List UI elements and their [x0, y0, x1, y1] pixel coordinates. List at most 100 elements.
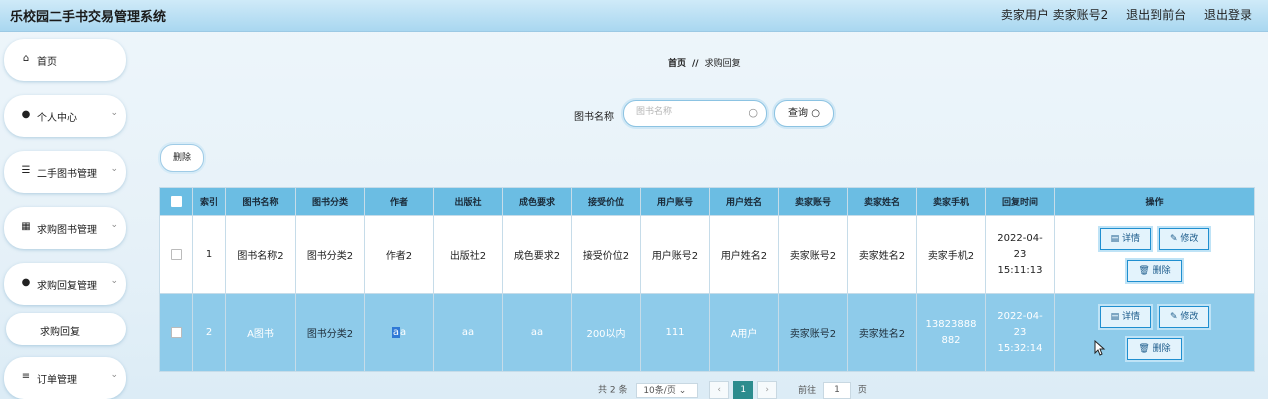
home-icon: ⌂ [22, 53, 30, 64]
goto-page-input[interactable]: 1 [822, 381, 851, 399]
chevron-down-icon: ⌄ [110, 276, 118, 286]
app-title: 乐校园二手书交易管理系统 [10, 10, 167, 25]
sidebar-item-label: 二手图书管理 [37, 169, 97, 180]
cell-category: 图书分类2 [295, 215, 365, 294]
cell-seller-account: 卖家账号2 [778, 215, 848, 294]
detail-button-label: 详情 [1121, 233, 1140, 244]
query-button-label: 查询 [788, 108, 809, 119]
sidebar-item-label: 求购图书管理 [37, 225, 97, 236]
current-user: 卖家用户 卖家账号2 [1000, 8, 1109, 22]
document-icon: ▤ [1110, 311, 1120, 322]
sidebar-item-label: 个人中心 [37, 113, 77, 124]
row-checkbox[interactable] [170, 248, 182, 260]
cell-seller-name: 卖家姓名2 [847, 293, 917, 372]
row-checkbox[interactable] [170, 326, 182, 338]
chevron-down-icon: ⌄ [110, 164, 118, 174]
detail-button[interactable]: ▤ 详情 [1099, 305, 1151, 328]
sidebar-item-home[interactable]: ⌂ 首页 [4, 39, 126, 81]
delete-button-label: 删除 [1152, 343, 1171, 354]
search-icon: ○ [748, 106, 758, 119]
cell-author: aa [364, 293, 434, 372]
grid-icon: ▦ [21, 221, 31, 232]
pagination: 共 2 条 10条/页 ⌄ ‹ 1 › 前往 1 页 [598, 381, 867, 399]
author-text: a [400, 327, 407, 338]
column-header: 作者 [364, 187, 434, 216]
cell-seller-phone: 卖家手机2 [916, 215, 986, 294]
goto-suffix: 页 [857, 385, 867, 396]
chevron-left-icon: ‹ [717, 385, 721, 395]
column-header: 成色要求 [502, 187, 572, 216]
breadcrumb-current: 求购回复 [704, 59, 741, 69]
next-page-button[interactable]: › [757, 381, 778, 399]
cell-author: 作者2 [364, 215, 434, 294]
sidebar-item-orders[interactable]: ≡ 订单管理 ⌄ [4, 357, 126, 399]
cell-seller-phone: 13823888882 [916, 293, 986, 372]
sliders-icon: ☰ [21, 165, 31, 176]
cell-seller-name: 卖家姓名2 [847, 215, 917, 294]
edit-button[interactable]: ✎ 修改 [1158, 227, 1210, 250]
sidebar-item-used-books[interactable]: ☰ 二手图书管理 ⌄ [4, 151, 126, 193]
cell-username: A用户 [709, 293, 779, 372]
page-size-value: 10条/页 [643, 385, 676, 396]
chevron-down-icon: ⌄ [678, 385, 687, 396]
page-size-select[interactable]: 10条/页 ⌄ [636, 382, 699, 398]
breadcrumb-home[interactable]: 首页 [668, 59, 686, 69]
search-input[interactable] [634, 106, 748, 118]
cell-reply-time: 2022-04-23 15:32:14 [985, 293, 1055, 372]
reply-table: 索引 图书名称 图书分类 作者 出版社 成色要求 接受价位 用户账号 用户姓名 … [159, 187, 1255, 372]
cell-index: 2 [192, 293, 226, 372]
exit-to-front-link[interactable]: 退出到前台 [1126, 8, 1186, 22]
column-header: 用户姓名 [709, 187, 779, 216]
batch-delete-button[interactable]: 删除 [160, 144, 204, 172]
sidebar-subitem-reply[interactable]: 求购回复 [6, 313, 126, 345]
detail-button-label: 详情 [1121, 311, 1140, 322]
sidebar-item-label: 首页 [37, 57, 57, 68]
chevron-down-icon: ⌄ [110, 108, 118, 118]
document-icon: ▤ [1110, 233, 1120, 244]
select-all-cell[interactable] [159, 187, 193, 216]
column-header: 图书分类 [295, 187, 365, 216]
delete-button[interactable]: 🗑 删除 [1127, 259, 1182, 282]
pen-icon: ✎ [1169, 233, 1178, 244]
chevron-down-icon: ⌄ [110, 370, 118, 380]
column-header: 接受价位 [571, 187, 641, 216]
list-icon: ≡ [21, 371, 31, 382]
cell-condition: 成色要求2 [502, 215, 572, 294]
delete-button[interactable]: 🗑 删除 [1127, 337, 1182, 360]
pen-icon: ✎ [1169, 311, 1178, 322]
table-row[interactable]: 2 A图书 图书分类2 aa aa aa 200以内 111 A用户 卖家账号2… [159, 293, 1255, 372]
column-header: 操作 [1054, 187, 1255, 216]
cell-price: 200以内 [571, 293, 641, 372]
page-button[interactable]: 1 [733, 381, 754, 399]
cell-actions: ▤ 详情 ✎ 修改 🗑 删除 [1054, 293, 1255, 372]
cell-category: 图书分类2 [295, 293, 365, 372]
edit-button-label: 修改 [1180, 233, 1199, 244]
goto-label: 前往 [798, 385, 817, 396]
table-header-row: 索引 图书名称 图书分类 作者 出版社 成色要求 接受价位 用户账号 用户姓名 … [159, 187, 1255, 216]
query-button[interactable]: 查询 ○ [774, 100, 834, 127]
cell-actions: ▤ 详情 ✎ 修改 🗑 删除 [1054, 215, 1255, 294]
edit-button[interactable]: ✎ 修改 [1158, 305, 1210, 328]
row-select-cell[interactable] [159, 215, 193, 294]
sidebar-item-personal-center[interactable]: ● 个人中心 ⌄ [4, 95, 126, 137]
sidebar: ⌂ 首页 ● 个人中心 ⌄ ☰ 二手图书管理 ⌄ ▦ 求购图书管理 ⌄ ● 求购… [0, 32, 132, 399]
sidebar-item-label: 求购回复管理 [37, 281, 97, 292]
cell-book-name: 图书名称2 [225, 215, 296, 294]
delete-button-label: 删除 [1152, 265, 1171, 276]
logout-link[interactable]: 退出登录 [1204, 8, 1252, 22]
column-header: 索引 [192, 187, 226, 216]
trash-icon: 🗑 [1138, 265, 1150, 276]
detail-button[interactable]: ▤ 详情 [1099, 227, 1151, 250]
sidebar-item-label: 订单管理 [37, 375, 77, 386]
user-icon: ● [21, 109, 31, 120]
trash-icon: 🗑 [1138, 343, 1150, 354]
sidebar-item-reply-management[interactable]: ● 求购回复管理 ⌄ [4, 263, 126, 305]
select-all-checkbox[interactable] [170, 196, 182, 207]
prev-page-button[interactable]: ‹ [709, 381, 730, 399]
row-select-cell[interactable] [159, 293, 193, 372]
chevron-down-icon: ⌄ [110, 220, 118, 230]
top-right-links: 卖家用户 卖家账号2 退出到前台 退出登录 [1001, 6, 1252, 23]
sidebar-item-wanted-books[interactable]: ▦ 求购图书管理 ⌄ [4, 207, 126, 249]
table-row[interactable]: 1 图书名称2 图书分类2 作者2 出版社2 成色要求2 接受价位2 用户账号2… [159, 215, 1255, 294]
breadcrumb-separator: // [692, 59, 699, 69]
